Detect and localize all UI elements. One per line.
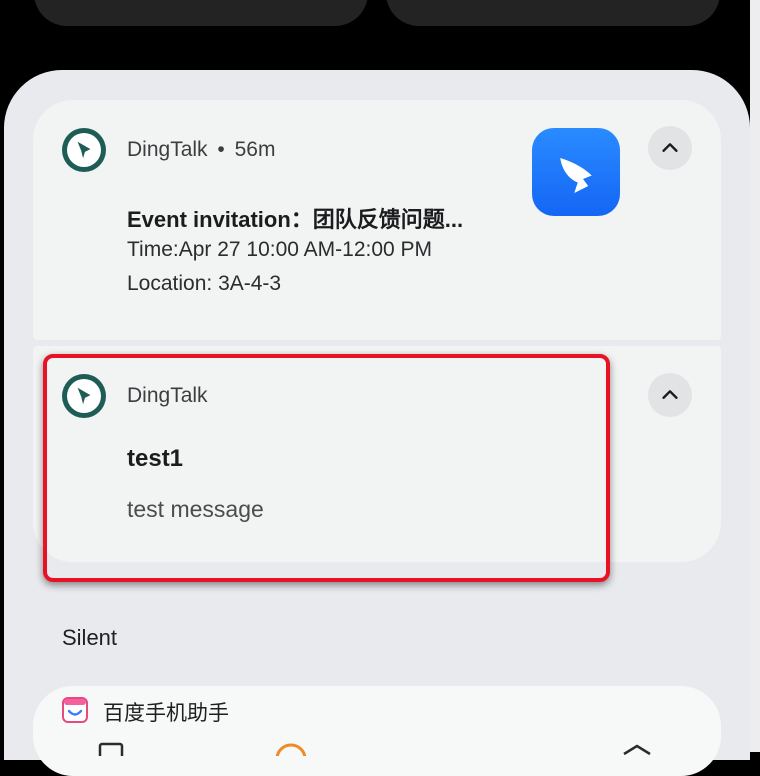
dingtalk-icon bbox=[62, 374, 106, 418]
dingtalk-wing-icon bbox=[532, 128, 620, 216]
silent-section-label: Silent bbox=[62, 625, 118, 650]
screen-edge bbox=[750, 0, 760, 752]
header-separator: • bbox=[217, 138, 225, 161]
notification-line-location: Location: 3A-4-3 bbox=[127, 272, 282, 295]
expand-button[interactable] bbox=[648, 126, 692, 170]
notification-title: test1 bbox=[127, 445, 184, 472]
app-name: DingTalk bbox=[127, 384, 208, 407]
dingtalk-icon bbox=[62, 128, 106, 172]
shield-action-icon[interactable] bbox=[620, 742, 654, 756]
baidu-assistant-icon bbox=[62, 697, 88, 723]
notification-title: Event invitation：团队反馈问题... bbox=[127, 207, 464, 232]
chevron-up-icon bbox=[662, 143, 678, 152]
chevron-up-icon bbox=[662, 390, 678, 399]
screenshot-action-icon[interactable] bbox=[98, 742, 124, 756]
silent-app-name: 百度手机助手 bbox=[103, 702, 229, 725]
quick-settings-tile-left[interactable] bbox=[34, 0, 368, 26]
notification-header: DingTalk • 56m bbox=[127, 138, 275, 162]
notification-line-time: Time:Apr 27 10:00 AM-12:00 PM bbox=[127, 238, 433, 261]
quick-settings-tile-right[interactable] bbox=[386, 0, 720, 26]
orange-action-icon[interactable] bbox=[274, 742, 308, 756]
notification-message: test message bbox=[127, 496, 264, 522]
app-name: DingTalk bbox=[127, 138, 208, 161]
expand-button[interactable] bbox=[648, 373, 692, 417]
notification-time: 56m bbox=[234, 138, 276, 161]
